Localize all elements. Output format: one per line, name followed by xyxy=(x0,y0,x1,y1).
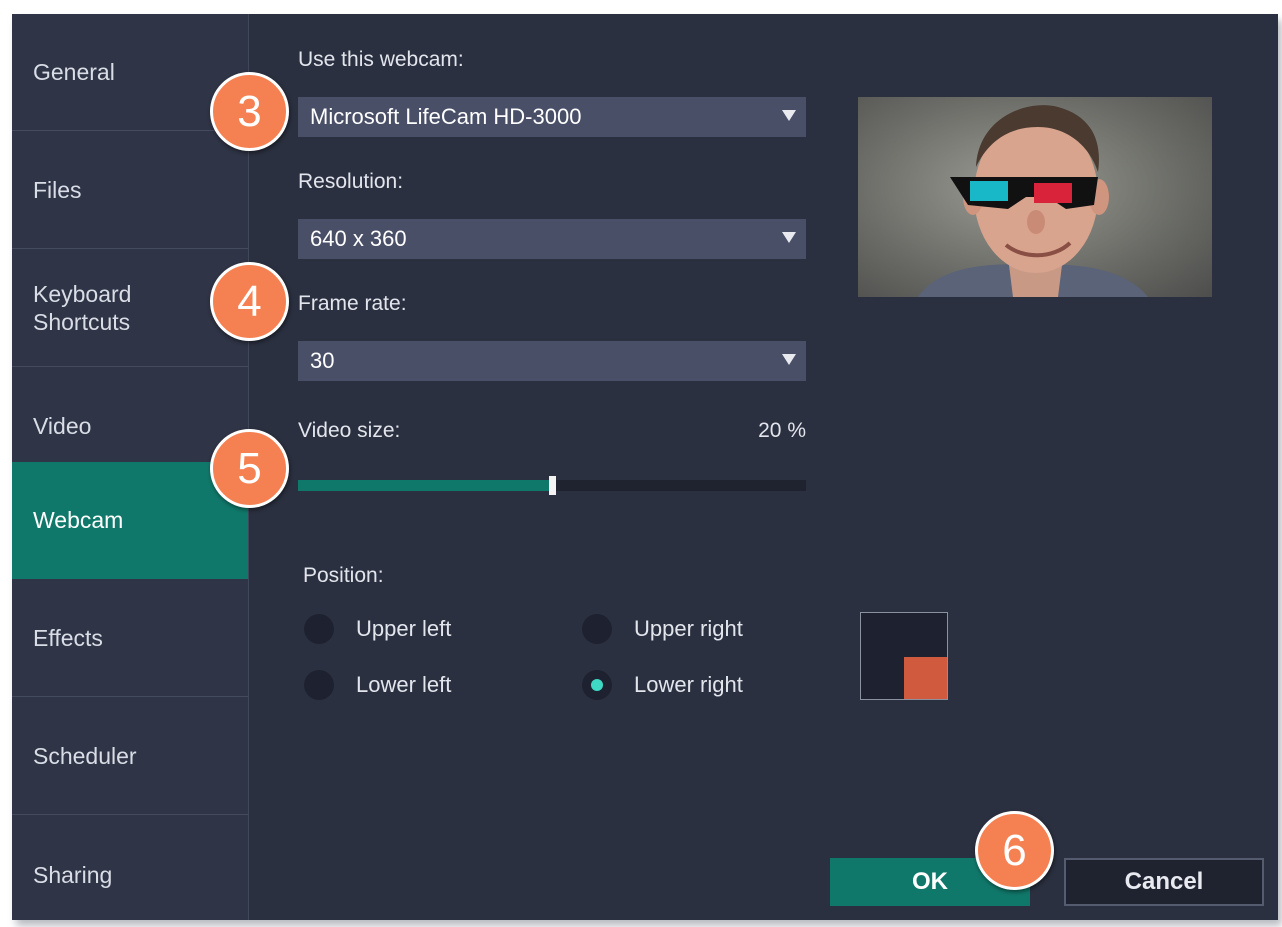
settings-dialog: General Files Keyboard Shortcuts Video W… xyxy=(12,14,1278,920)
slider-fill xyxy=(298,480,552,491)
sidebar-item-sharing[interactable]: Sharing xyxy=(12,816,248,920)
radio-upper-left[interactable] xyxy=(304,614,334,644)
frame-rate-select-value: 30 xyxy=(310,348,335,373)
sidebar-item-label: Effects xyxy=(33,625,103,651)
webcam-label: Use this webcam: xyxy=(298,48,464,71)
step-marker-6: 6 xyxy=(975,811,1054,890)
webcam-preview xyxy=(858,97,1212,297)
position-label: Position: xyxy=(303,564,384,587)
step-marker-3: 3 xyxy=(210,72,289,151)
radio-upper-right-label[interactable]: Upper right xyxy=(634,616,743,642)
cancel-button[interactable]: Cancel xyxy=(1064,858,1264,906)
resolution-select-value: 640 x 360 xyxy=(310,226,407,251)
sidebar-item-label: Scheduler xyxy=(33,743,137,769)
sidebar-item-label: Webcam xyxy=(33,507,124,533)
radio-upper-right[interactable] xyxy=(582,614,612,644)
radio-upper-left-label[interactable]: Upper left xyxy=(356,616,451,642)
resolution-label: Resolution: xyxy=(298,170,404,193)
video-size-value: 20 % xyxy=(758,419,806,442)
resolution-select[interactable]: 640 x 360 xyxy=(298,219,806,259)
webcam-select-value: Microsoft LifeCam HD-3000 xyxy=(310,104,582,129)
sidebar-item-label: Video xyxy=(33,413,92,439)
radio-lower-left[interactable] xyxy=(304,670,334,700)
radio-lower-left-label[interactable]: Lower left xyxy=(356,672,451,698)
chevron-down-icon xyxy=(782,354,796,365)
chevron-down-icon xyxy=(782,232,796,243)
step-marker-5: 5 xyxy=(210,429,289,508)
sidebar-item-label: General xyxy=(33,59,115,85)
step-marker-4: 4 xyxy=(210,262,289,341)
sidebar-item-label: Keyboard Shortcuts xyxy=(33,281,132,335)
sidebar-item-files[interactable]: Files xyxy=(12,132,248,249)
sidebar-item-label: Sharing xyxy=(33,861,113,888)
sidebar-item-effects[interactable]: Effects xyxy=(12,580,248,697)
video-size-slider[interactable] xyxy=(298,476,806,495)
sidebar-item-scheduler[interactable]: Scheduler xyxy=(12,698,248,815)
frame-rate-select[interactable]: 30 xyxy=(298,341,806,381)
sidebar-item-label: Files xyxy=(33,177,82,203)
chevron-down-icon xyxy=(782,110,796,121)
webcam-preview-image xyxy=(918,105,1148,297)
frame-rate-label: Frame rate: xyxy=(298,292,407,315)
webcam-position-indicator xyxy=(904,657,947,699)
position-preview xyxy=(860,612,948,700)
webcam-select[interactable]: Microsoft LifeCam HD-3000 xyxy=(298,97,806,137)
video-size-label: Video size: xyxy=(298,419,401,442)
radio-lower-right-label[interactable]: Lower right xyxy=(634,672,743,698)
slider-thumb[interactable] xyxy=(549,476,556,495)
radio-lower-right[interactable] xyxy=(582,670,612,700)
